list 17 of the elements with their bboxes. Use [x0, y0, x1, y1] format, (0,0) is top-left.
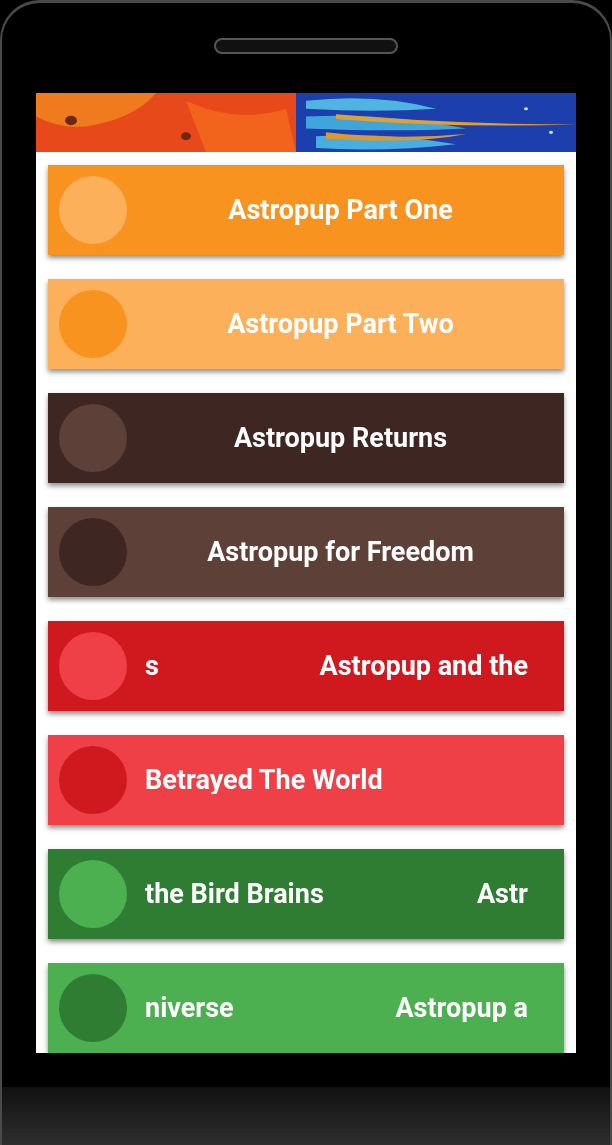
episode-card[interactable]: s Astropup and the: [48, 621, 564, 711]
episode-title: Astropup a: [395, 994, 528, 1022]
episode-card[interactable]: Astropup for Freedom: [48, 507, 564, 597]
episode-title: Astropup for Freedom: [207, 538, 474, 566]
episode-title: s: [145, 652, 159, 680]
episode-card[interactable]: niverse Astropup a: [48, 963, 564, 1053]
episode-title: the Bird Brains: [145, 880, 324, 908]
episode-card[interactable]: Astropup Returns: [48, 393, 564, 483]
episode-card[interactable]: the Bird Brains Astr: [48, 849, 564, 939]
episode-title: niverse: [145, 994, 234, 1022]
episode-card[interactable]: Betrayed The World: [48, 735, 564, 825]
episode-title: Astropup Part One: [228, 196, 453, 224]
episode-title: Betrayed The World: [145, 766, 383, 794]
episode-title: Astr: [476, 880, 528, 908]
episode-title: Astropup Part Two: [227, 310, 454, 338]
episode-title: Astropup and the: [319, 652, 528, 680]
episode-title: Astropup Returns: [233, 424, 448, 452]
